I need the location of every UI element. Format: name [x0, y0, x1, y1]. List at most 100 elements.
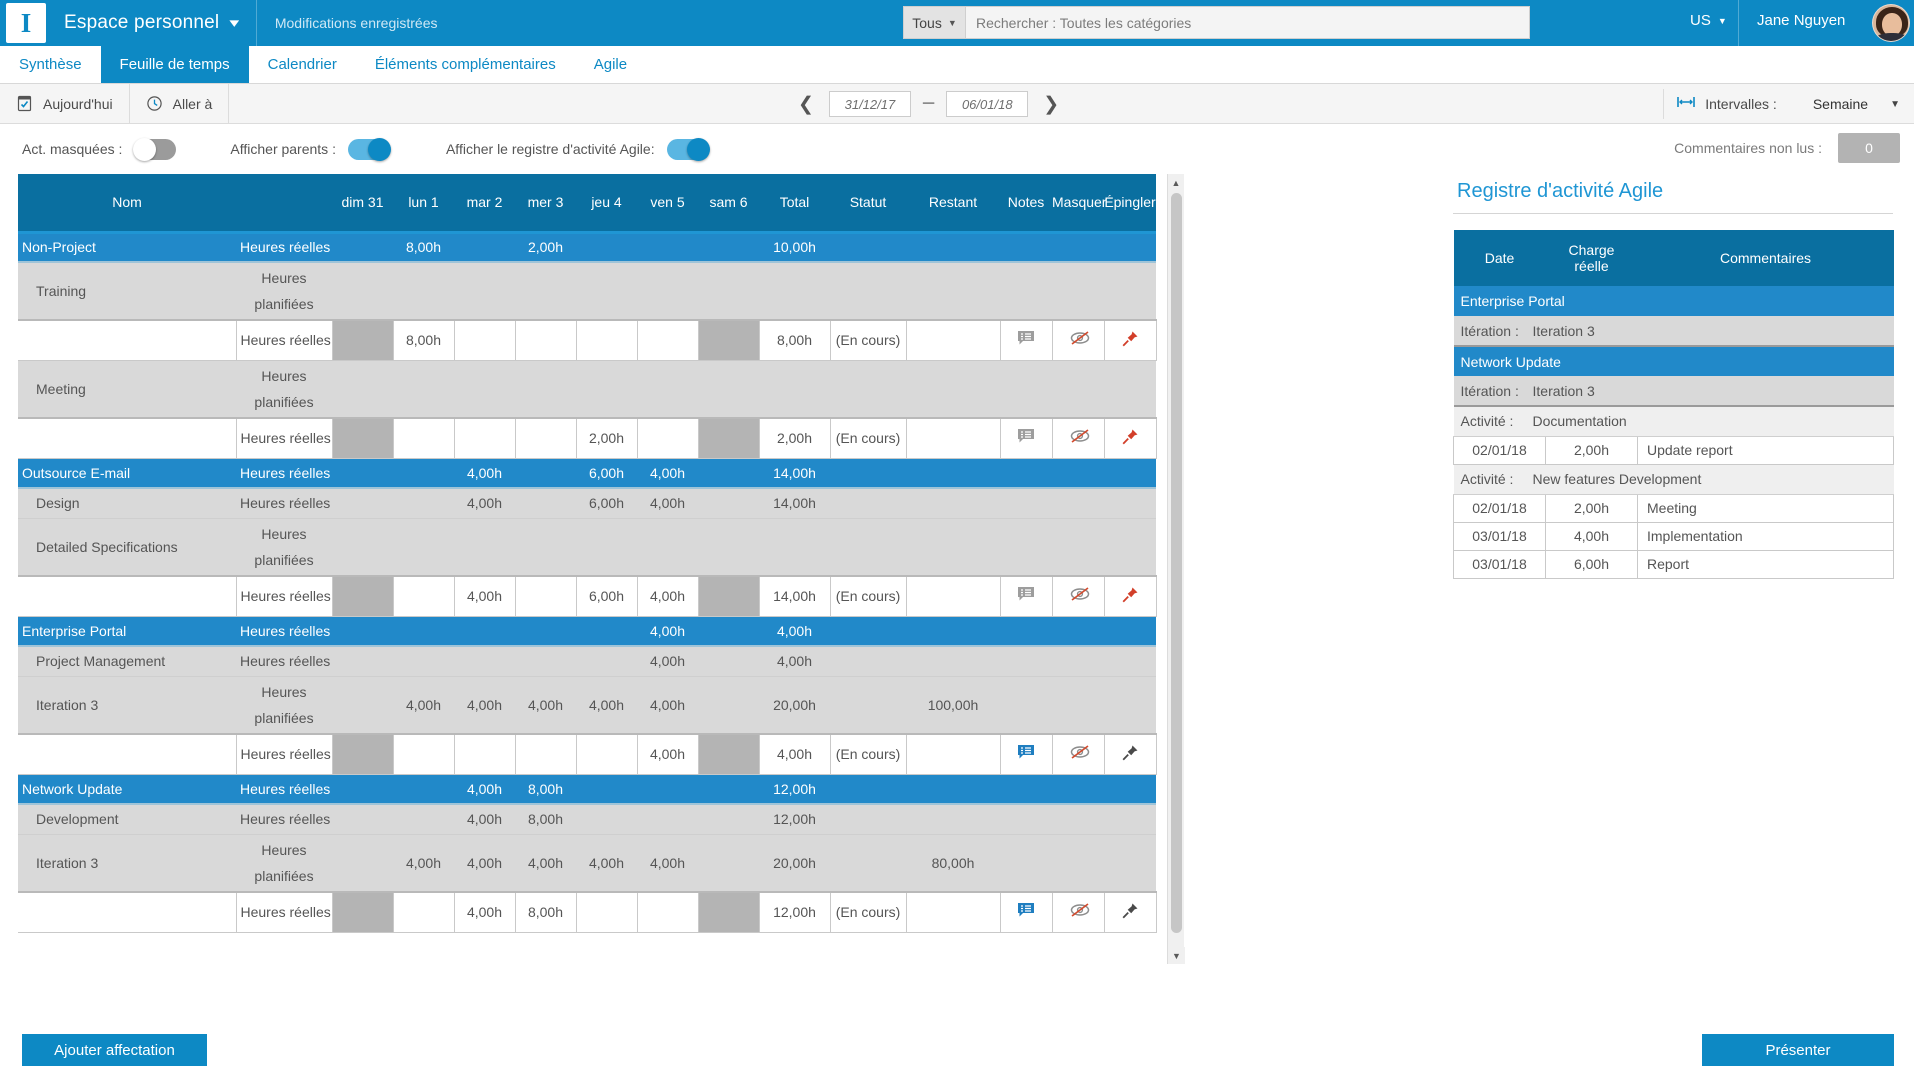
eye-off-icon[interactable] — [1069, 902, 1087, 920]
day-cell[interactable] — [698, 262, 759, 320]
day-cell[interactable] — [576, 892, 637, 932]
col-masquer[interactable]: Masquer — [1052, 174, 1104, 232]
day-cell[interactable] — [698, 418, 759, 458]
prev-period-icon[interactable]: ❮ — [795, 93, 817, 116]
day-cell[interactable] — [515, 418, 576, 458]
day-cell[interactable] — [576, 360, 637, 418]
tab-calendrier[interactable]: Calendrier — [249, 46, 356, 83]
day-cell[interactable] — [515, 458, 576, 488]
hide-cell[interactable] — [1052, 418, 1104, 458]
timesheet-row-task[interactable]: DevelopmentHeures réelles4,00h8,00h12,00… — [18, 804, 1156, 834]
day-cell[interactable]: 4,00h — [515, 834, 576, 892]
timesheet-row-plan[interactable]: MeetingHeuresplanifiées — [18, 360, 1156, 418]
day-cell[interactable]: 2,00h — [576, 418, 637, 458]
col-lun1[interactable]: lun 1 — [393, 174, 454, 232]
day-cell[interactable] — [393, 774, 454, 804]
day-cell[interactable]: 4,00h — [637, 834, 698, 892]
day-cell[interactable] — [515, 616, 576, 646]
col-total[interactable]: Total — [759, 174, 830, 232]
day-cell[interactable] — [576, 320, 637, 360]
col-epingler[interactable]: Épingler — [1104, 174, 1156, 232]
pin-cell[interactable] — [1104, 320, 1156, 360]
day-cell[interactable]: 4,00h — [576, 834, 637, 892]
day-cell[interactable] — [454, 616, 515, 646]
day-cell[interactable]: 6,00h — [576, 488, 637, 518]
col-jeu4[interactable]: jeu 4 — [576, 174, 637, 232]
date-to-input[interactable] — [946, 91, 1028, 117]
note-icon-blue[interactable] — [1017, 902, 1035, 920]
day-cell[interactable] — [332, 232, 393, 262]
day-cell[interactable]: 4,00h — [637, 646, 698, 676]
present-button[interactable]: Présenter — [1702, 1034, 1894, 1066]
eye-off-icon[interactable] — [1069, 330, 1087, 348]
day-cell[interactable] — [454, 262, 515, 320]
day-cell[interactable]: 8,00h — [515, 774, 576, 804]
day-cell[interactable] — [637, 774, 698, 804]
col-dim31[interactable]: dim 31 — [332, 174, 393, 232]
day-cell[interactable] — [332, 262, 393, 320]
day-cell[interactable] — [637, 418, 698, 458]
pin-icon-red[interactable] — [1121, 586, 1139, 604]
day-cell[interactable] — [698, 320, 759, 360]
notes-cell[interactable] — [1000, 892, 1052, 932]
day-cell[interactable] — [332, 418, 393, 458]
notes-cell[interactable] — [1000, 734, 1052, 774]
day-cell[interactable] — [515, 646, 576, 676]
day-cell[interactable] — [454, 360, 515, 418]
day-cell[interactable]: 8,00h — [515, 892, 576, 932]
day-cell[interactable] — [698, 804, 759, 834]
day-cell[interactable] — [454, 232, 515, 262]
note-icon-blue[interactable] — [1017, 744, 1035, 762]
day-cell[interactable] — [515, 488, 576, 518]
day-cell[interactable] — [637, 892, 698, 932]
tab-synthese[interactable]: Synthèse — [0, 46, 101, 83]
day-cell[interactable] — [515, 360, 576, 418]
timesheet-row-project[interactable]: Non-ProjectHeures réelles8,00h2,00h10,00… — [18, 232, 1156, 262]
col-mer3[interactable]: mer 3 — [515, 174, 576, 232]
notes-cell[interactable] — [1000, 576, 1052, 616]
timesheet-row-task[interactable]: DesignHeures réelles4,00h6,00h4,00h14,00… — [18, 488, 1156, 518]
day-cell[interactable] — [698, 518, 759, 576]
day-cell[interactable] — [515, 262, 576, 320]
hide-cell[interactable] — [1052, 734, 1104, 774]
day-cell[interactable] — [332, 458, 393, 488]
day-cell[interactable] — [393, 804, 454, 834]
day-cell[interactable] — [698, 774, 759, 804]
chevron-down-icon[interactable]: ▾ — [230, 15, 240, 31]
eye-off-icon[interactable] — [1069, 428, 1087, 446]
tab-feuille-de-temps[interactable]: Feuille de temps — [101, 46, 249, 83]
day-cell[interactable] — [576, 646, 637, 676]
day-cell[interactable] — [332, 774, 393, 804]
tab-elements-complementaires[interactable]: Éléments complémentaires — [356, 46, 575, 83]
agile-project-row[interactable]: Enterprise Portal — [1454, 286, 1894, 316]
day-cell[interactable]: 4,00h — [576, 676, 637, 734]
timesheet-row-task[interactable]: Project ManagementHeures réelles4,00h4,0… — [18, 646, 1156, 676]
day-cell[interactable] — [393, 616, 454, 646]
day-cell[interactable] — [332, 804, 393, 834]
note-icon-gray[interactable] — [1017, 586, 1035, 604]
scroll-thumb[interactable] — [1171, 193, 1182, 933]
day-cell[interactable] — [698, 734, 759, 774]
eye-off-icon[interactable] — [1069, 744, 1087, 762]
day-cell[interactable] — [332, 676, 393, 734]
eye-off-icon[interactable] — [1069, 586, 1087, 604]
timesheet-row-actual[interactable]: Heures réelles4,00h4,00h(En cours) — [18, 734, 1156, 774]
day-cell[interactable] — [698, 646, 759, 676]
day-cell[interactable]: 4,00h — [454, 676, 515, 734]
day-cell[interactable] — [698, 676, 759, 734]
day-cell[interactable] — [332, 834, 393, 892]
day-cell[interactable] — [698, 616, 759, 646]
day-cell[interactable] — [393, 892, 454, 932]
day-cell[interactable] — [454, 734, 515, 774]
pin-icon-red[interactable] — [1121, 428, 1139, 446]
day-cell[interactable] — [393, 262, 454, 320]
pin-cell[interactable] — [1104, 576, 1156, 616]
timesheet-row-actual[interactable]: Heures réelles4,00h6,00h4,00h14,00h(En c… — [18, 576, 1156, 616]
day-cell[interactable] — [393, 418, 454, 458]
search-input[interactable] — [965, 6, 1530, 39]
day-cell[interactable] — [698, 360, 759, 418]
day-cell[interactable] — [576, 804, 637, 834]
show-parents-toggle[interactable] — [348, 139, 390, 160]
day-cell[interactable] — [637, 320, 698, 360]
hidden-activities-toggle[interactable] — [134, 139, 176, 160]
